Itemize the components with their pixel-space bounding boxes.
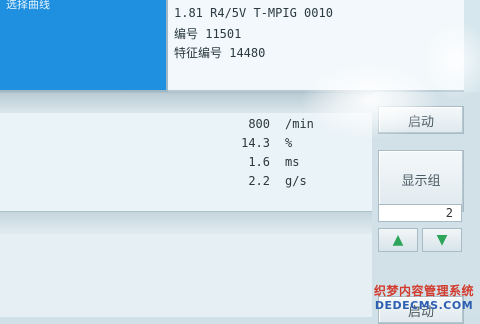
reading-row: 14.3 % [0,136,372,152]
arrow-down-icon: ▼ [436,232,448,248]
device-screen: 选择曲线 1.81 R4/5V T-MPIG 0010 编号 11501 特征编… [0,0,480,324]
reading-value: 1.6 [248,155,270,169]
start-button-bottom[interactable]: 启动 [378,296,464,324]
reading-unit: /min [285,117,314,131]
bottom-area [0,234,372,317]
list-title: 选择曲线 [6,0,50,11]
display-group-button[interactable]: 显示组 [378,150,464,212]
lower-divider-band [0,211,372,234]
display-group-label: 显示组 [401,173,441,189]
softkey-column: 启动 显示组 2 ▲ ▼ 启动 [372,92,480,324]
divider-band [0,92,372,114]
reading-row: 2.2 g/s [0,174,372,190]
reading-unit: ms [285,155,300,169]
increase-button[interactable]: ▲ [378,228,418,252]
start-button[interactable]: 启动 [378,106,464,134]
reading-unit: % [285,136,293,150]
reading-unit: g/s [285,174,307,188]
reading-value: 14.3 [241,136,270,150]
reading-value: 800 [248,117,270,131]
info-panel: 1.81 R4/5V T-MPIG 0010 编号 11501 特征编号 144… [168,0,464,92]
info-line-model: 1.81 R4/5V T-MPIG 0010 [174,6,333,20]
reading-row: 1.6 ms [0,155,372,171]
readings-panel: 800 /min 14.3 % 1.6 ms 2.2 g/s [0,113,372,211]
info-line-feature-number: 特征编号 14480 [174,46,266,60]
info-line-number: 编号 11501 [174,27,242,41]
decrease-button[interactable]: ▼ [422,228,462,252]
reading-value: 2.2 [248,174,270,188]
selected-list-panel[interactable]: 选择曲线 [0,0,168,92]
arrow-up-icon: ▲ [392,232,404,248]
reading-row: 800 /min [0,117,372,133]
group-number-field[interactable]: 2 [378,204,462,222]
